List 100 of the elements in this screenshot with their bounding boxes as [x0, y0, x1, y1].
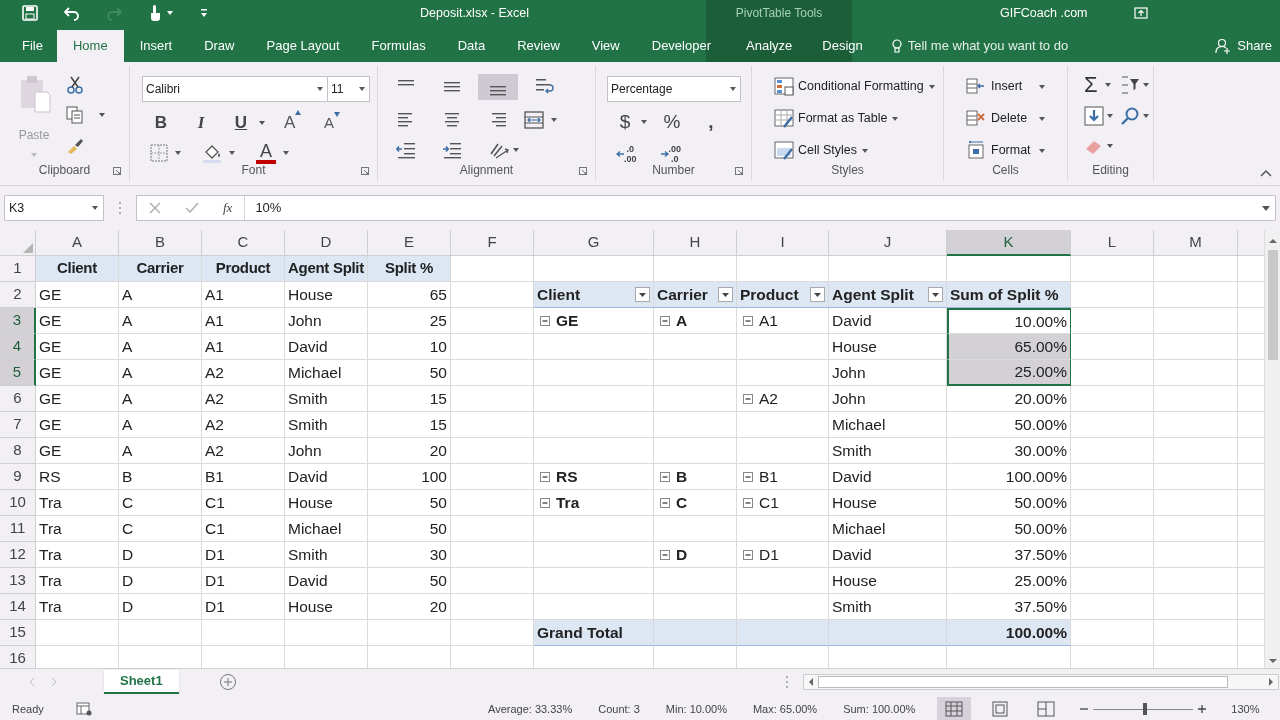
- search-icon[interactable]: [1120, 106, 1140, 126]
- caret-icon[interactable]: [512, 146, 520, 154]
- collapse-icon[interactable]: [540, 497, 550, 508]
- zoom-level[interactable]: 130%: [1231, 700, 1260, 718]
- row-header[interactable]: 15: [0, 620, 36, 646]
- view-button[interactable]: [937, 697, 972, 720]
- add-sheet-icon[interactable]: [218, 672, 237, 691]
- filter-dropdown-icon[interactable]: [928, 287, 943, 302]
- column-header[interactable]: B: [119, 230, 202, 256]
- increase-decimal-button[interactable]: .0 .00: [616, 144, 637, 164]
- scroll-down-icon[interactable]: [1267, 656, 1278, 666]
- ribbon-tab[interactable]: Insert: [123, 30, 189, 62]
- collapse-icon[interactable]: [540, 471, 550, 482]
- undo-icon[interactable]: [64, 5, 80, 21]
- column-header[interactable]: I: [737, 230, 829, 256]
- column-header[interactable]: J: [829, 230, 947, 256]
- ribbon-tab[interactable]: Review: [501, 30, 576, 62]
- dialog-launcher-icon[interactable]: [579, 167, 587, 175]
- row-header[interactable]: 13: [0, 568, 36, 594]
- collapse-icon[interactable]: [660, 549, 670, 560]
- font-name-dropdown[interactable]: Calibri: [142, 76, 328, 102]
- row-header[interactable]: 14: [0, 594, 36, 620]
- row-header[interactable]: 12: [0, 542, 36, 568]
- format-as-table-button[interactable]: Format as Table: [774, 108, 936, 129]
- comma-style-button[interactable]: ,: [706, 108, 716, 137]
- fill-bucket-icon[interactable]: [202, 143, 222, 163]
- formula-input[interactable]: 10%: [244, 196, 1257, 220]
- caret-icon[interactable]: [91, 204, 99, 212]
- align-right-icon[interactable]: [490, 113, 506, 127]
- row-header[interactable]: 8: [0, 438, 36, 464]
- vertical-scrollbar[interactable]: [1264, 230, 1280, 668]
- percent-button[interactable]: %: [662, 108, 682, 137]
- column-header[interactable]: C: [202, 230, 285, 256]
- sort-filter-icon[interactable]: [1120, 75, 1140, 95]
- align-center-icon[interactable]: [444, 113, 460, 127]
- zoom-slider-thumb[interactable]: [1143, 703, 1148, 715]
- decrease-indent-icon[interactable]: [396, 140, 416, 160]
- fill-down-icon[interactable]: [1084, 106, 1104, 126]
- collapse-ribbon-icon[interactable]: [1260, 169, 1272, 177]
- save-icon[interactable]: [22, 5, 38, 21]
- caret-icon[interactable]: [258, 118, 266, 127]
- caret-icon[interactable]: [98, 111, 106, 119]
- row-header[interactable]: 4: [0, 334, 36, 360]
- collapse-icon[interactable]: [660, 497, 670, 508]
- increase-indent-icon[interactable]: [442, 140, 462, 160]
- horizontal-scrollbar[interactable]: [802, 673, 1279, 690]
- decrease-decimal-button[interactable]: .00 .0: [660, 144, 682, 164]
- collapse-icon[interactable]: [743, 393, 753, 404]
- macro-record-icon[interactable]: [76, 702, 92, 716]
- caret-icon[interactable]: [729, 85, 737, 93]
- currency-button[interactable]: $: [618, 108, 632, 137]
- caret-icon[interactable]: [1142, 112, 1150, 120]
- dialog-launcher-icon[interactable]: [361, 167, 369, 175]
- ribbon-tab[interactable]: File: [0, 30, 57, 62]
- filter-dropdown-icon[interactable]: [810, 287, 825, 302]
- caret-icon[interactable]: [282, 149, 290, 157]
- collapse-icon[interactable]: [743, 549, 753, 560]
- scroll-thumb[interactable]: [817, 675, 1228, 688]
- font-color-button[interactable]: A: [256, 142, 276, 164]
- caret-icon[interactable]: [228, 149, 236, 157]
- caret-icon[interactable]: [1106, 142, 1114, 150]
- paintbrush-icon[interactable]: [66, 136, 84, 154]
- column-header[interactable]: G: [534, 230, 654, 256]
- ribbon-tab[interactable]: View: [575, 30, 636, 62]
- share-button[interactable]: Share: [1215, 30, 1272, 62]
- column-header[interactable]: E: [368, 230, 451, 256]
- filter-dropdown-icon[interactable]: [635, 287, 650, 302]
- align-left-icon[interactable]: [398, 113, 414, 127]
- format-cells-button[interactable]: Format: [966, 140, 1046, 161]
- insert-function-button[interactable]: fx: [223, 198, 233, 218]
- tell-me-search[interactable]: Tell me what you want to do: [907, 36, 1069, 56]
- copy-icon[interactable]: [66, 106, 84, 124]
- insert-cells-button[interactable]: Insert: [966, 76, 1046, 97]
- delete-cells-button[interactable]: Delete: [966, 108, 1046, 129]
- dialog-launcher-icon[interactable]: [735, 167, 743, 175]
- row-header[interactable]: 2: [0, 282, 36, 308]
- row-header[interactable]: 7: [0, 412, 36, 438]
- scroll-up-icon[interactable]: [1267, 236, 1278, 246]
- row-header[interactable]: 10: [0, 490, 36, 516]
- customize-caret-icon[interactable]: [200, 8, 208, 18]
- row-header[interactable]: 16: [0, 646, 36, 668]
- font-size-dropdown[interactable]: 11: [328, 76, 370, 102]
- collapse-icon[interactable]: [743, 497, 753, 508]
- collapse-icon[interactable]: [660, 315, 670, 326]
- caret-icon[interactable]: [174, 149, 182, 157]
- column-header[interactable]: H: [654, 230, 737, 256]
- column-header[interactable]: A: [36, 230, 119, 256]
- underline-button[interactable]: U: [230, 110, 252, 136]
- scroll-thumb[interactable]: [1267, 250, 1278, 360]
- italic-button[interactable]: I: [190, 110, 212, 136]
- name-box[interactable]: K3: [4, 195, 104, 221]
- column-header[interactable]: F: [451, 230, 534, 256]
- shrink-font-button[interactable]: A: [324, 111, 346, 134]
- cell-styles-button[interactable]: Cell Styles: [774, 140, 936, 161]
- bold-button[interactable]: B: [150, 110, 172, 136]
- row-header[interactable]: 1: [0, 256, 36, 282]
- caret-icon[interactable]: [1142, 81, 1150, 89]
- ribbon-display-icon[interactable]: [1133, 7, 1148, 19]
- number-format-dropdown[interactable]: Percentage: [607, 76, 741, 102]
- filter-dropdown-icon[interactable]: [718, 287, 733, 302]
